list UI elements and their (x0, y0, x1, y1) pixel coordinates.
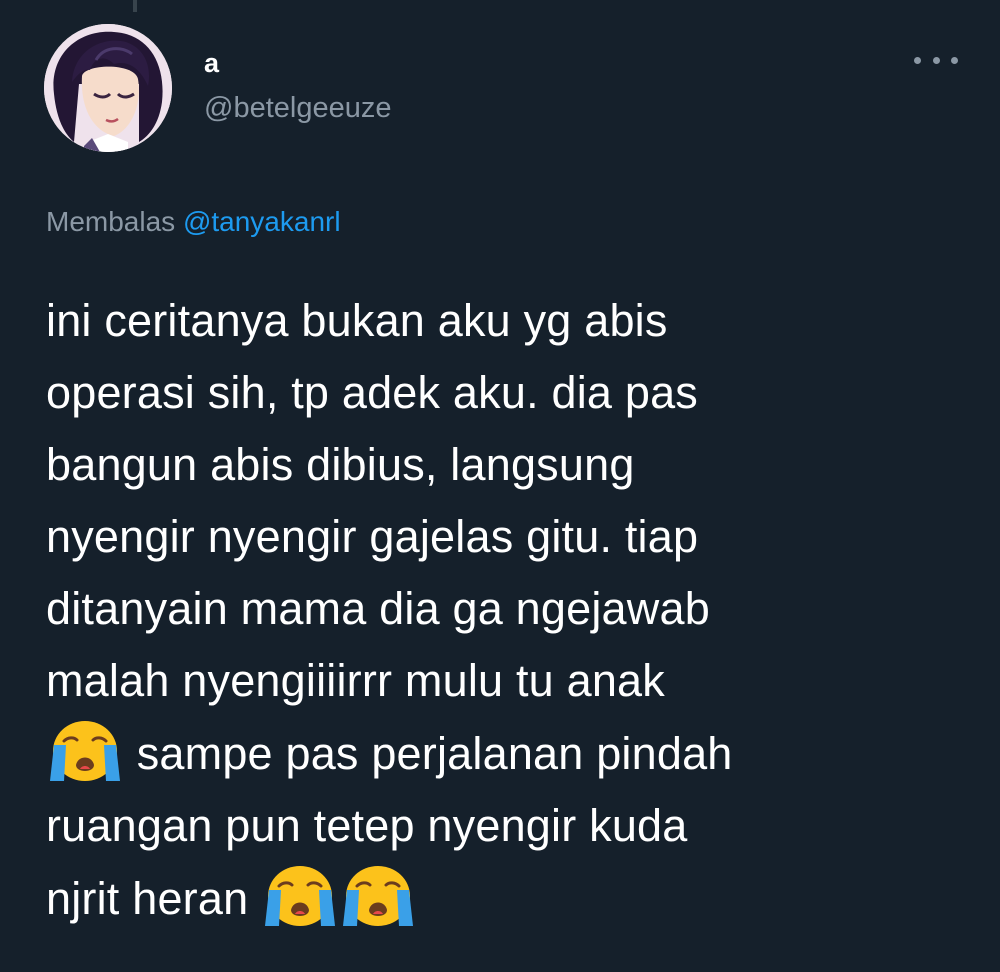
author-info: a @betelgeeuze (204, 46, 391, 128)
tweet-text-line: ditanyain mama dia ga ngejawab (46, 583, 710, 634)
loudly-crying-face-icon (339, 862, 417, 928)
more-horizontal-icon-dot (951, 56, 958, 64)
more-horizontal-icon (914, 56, 921, 64)
tweet-text-line-with-emoji: njrit heran (46, 862, 976, 935)
tweet-text-line: ini ceritanya bukan aku yg abis (46, 295, 668, 346)
more-options-button[interactable] (914, 50, 958, 70)
reply-mention-link[interactable]: @tanyakanrl (183, 206, 341, 237)
tweet-header: a @betelgeeuze (44, 24, 964, 154)
loudly-crying-face-icon (46, 717, 124, 783)
thread-connector-line (133, 0, 137, 12)
loudly-crying-face-icon (261, 862, 339, 928)
author-display-name[interactable]: a (204, 46, 391, 80)
tweet-text-line: njrit heran (46, 873, 249, 924)
tweet-text-line: nyengir nyengir gajelas gitu. tiap (46, 511, 699, 562)
tweet-text-line: bangun abis dibius, langsung (46, 439, 635, 490)
tweet-text-line: ruangan pun tetep nyengir kuda (46, 800, 688, 851)
reply-prefix: Membalas (46, 206, 176, 237)
avatar-image (44, 24, 172, 152)
tweet-text-line: operasi sih, tp adek aku. dia pas (46, 367, 699, 418)
avatar[interactable] (44, 24, 172, 152)
more-horizontal-icon-dot (932, 56, 940, 64)
author-handle[interactable]: @betelgeeuze (204, 88, 391, 128)
tweet-text-line: malah nyengiiiirrr mulu tu anak (46, 655, 665, 706)
tweet-text-line-with-emoji: sampe pas perjalanan pindah (46, 717, 976, 790)
tweet-text-line: sampe pas perjalanan pindah (136, 728, 733, 779)
reply-context: Membalas @tanyakanrl (46, 204, 341, 240)
tweet-text: ini ceritanya bukan aku yg abis operasi … (46, 285, 976, 935)
